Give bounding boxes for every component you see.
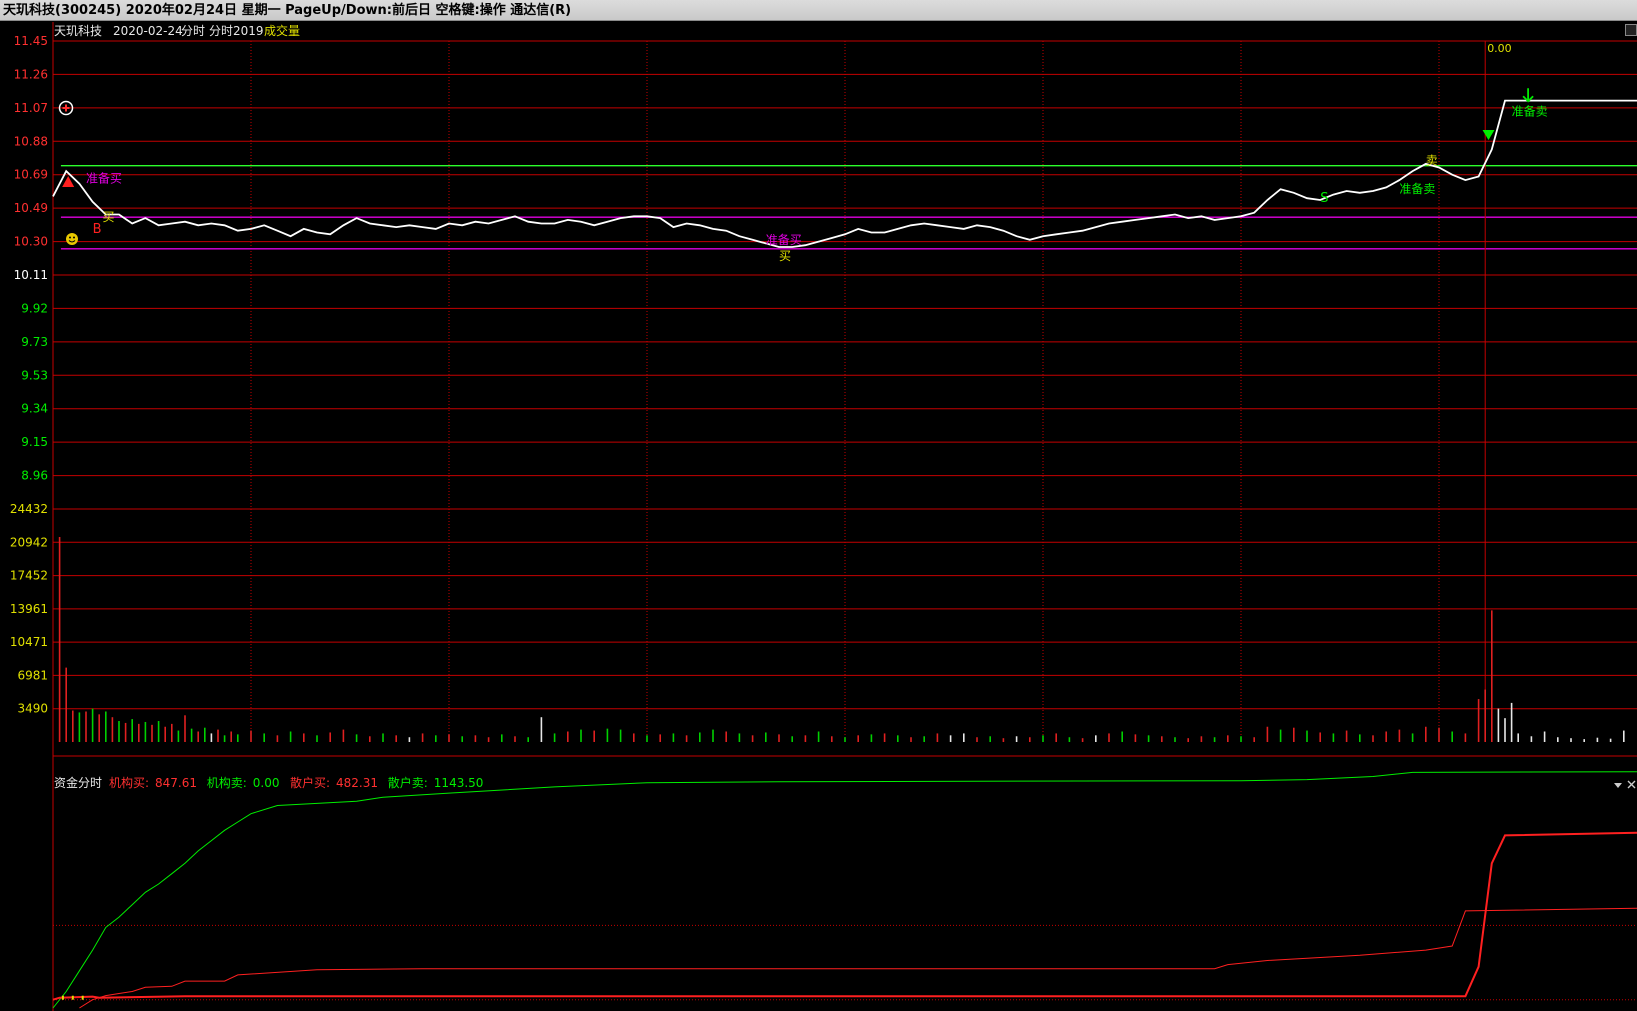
fund-legend-value: 482.31 — [336, 776, 378, 790]
price-tick-label: 11.07 — [14, 101, 48, 115]
signal-label: 卖 — [1426, 153, 1438, 167]
fund-legend-value: 847.61 — [155, 776, 197, 790]
fund-legend-label: 散户卖: — [388, 775, 428, 790]
price-tick-label: 8.96 — [21, 469, 48, 483]
signal-label: 准备卖 — [1399, 182, 1435, 196]
price-tick-label: 10.69 — [14, 168, 48, 182]
fund-flow-line — [52, 771, 1637, 1009]
stock-name: 天玑科技 — [54, 24, 102, 38]
fund-legend-value: 0.00 — [253, 776, 280, 790]
chart-date: 2020-02-24 — [113, 24, 183, 38]
signal-label: S — [1320, 191, 1328, 206]
window-hint: PageUp/Down:前后日 空格键:操作 通达信(R) — [285, 3, 572, 18]
chart-indicator: 分时2019 — [209, 24, 264, 38]
price-tick-label: 9.92 — [21, 301, 48, 315]
price-tick-label: 9.73 — [21, 335, 48, 349]
volume-label: 成交量 — [264, 23, 300, 38]
signal-label: 准备买 — [86, 171, 122, 185]
volume-tick-label: 3490 — [17, 702, 48, 716]
volume-tick-label: 13961 — [10, 602, 48, 616]
price-tick-label: 11.45 — [14, 34, 48, 48]
fund-legend-value: 1143.50 — [434, 776, 484, 790]
smiley-icon — [73, 236, 75, 239]
window-date-label: 2020年02月24日 星期一 — [125, 3, 281, 18]
signal-label: B — [93, 222, 102, 237]
volume-tick-label: 20942 — [10, 535, 48, 549]
volume-tick-label: 24432 — [10, 502, 48, 516]
fund-flow-line — [52, 831, 1637, 1001]
cursor-value: 0.00 — [1487, 42, 1512, 55]
price-tick-label: 10.88 — [14, 134, 48, 148]
signal-label: 准备买 — [766, 233, 802, 247]
window-titlebar: 天玑科技(300245) 2020年02月24日 星期一 PageUp/Down… — [0, 0, 1637, 21]
chart-area[interactable]: 11.45 11.26 11.07 10.88 10.69 10.49 10.30 10.11… — [0, 22, 1637, 1011]
signal-label: 买 — [103, 210, 115, 224]
smiley-icon — [66, 233, 78, 245]
price-tick-label: 11.26 — [14, 67, 48, 81]
price-tick-label: 9.34 — [21, 402, 48, 416]
price-tick-label: 9.15 — [21, 435, 48, 449]
fund-legend-label: 散户买: — [290, 775, 330, 790]
down-arrow-marker — [1522, 88, 1534, 103]
chevron-down-icon[interactable] — [1614, 783, 1622, 788]
volume-tick-label: 10471 — [10, 635, 48, 649]
price-tick-label: 10.49 — [14, 201, 48, 215]
volume-tick-label: 6981 — [17, 668, 48, 682]
down-triangle-marker — [1482, 129, 1495, 140]
fund-panel-title: 资金分时 — [54, 775, 102, 790]
panel-toggle-icon[interactable] — [1625, 24, 1637, 36]
fund-legend-label: 机构买: — [109, 775, 149, 790]
signal-label: 买 — [779, 249, 791, 263]
price-tick-label: 10.11 — [14, 268, 48, 282]
signal-label: 准备卖 — [1512, 104, 1548, 118]
zoom-in-icon[interactable] — [62, 104, 70, 112]
chart-mode: 分时 — [181, 24, 205, 38]
price-tick-label: 10.30 — [14, 235, 48, 249]
fund-flow-line — [79, 907, 1637, 1009]
fund-legend-label: 机构卖: — [207, 775, 247, 790]
volume-tick-label: 17452 — [10, 569, 48, 583]
smiley-icon — [69, 236, 71, 239]
window-title: 天玑科技(300245) — [3, 3, 122, 18]
price-tick-label: 9.53 — [21, 368, 48, 382]
close-icon[interactable] — [1627, 780, 1636, 789]
